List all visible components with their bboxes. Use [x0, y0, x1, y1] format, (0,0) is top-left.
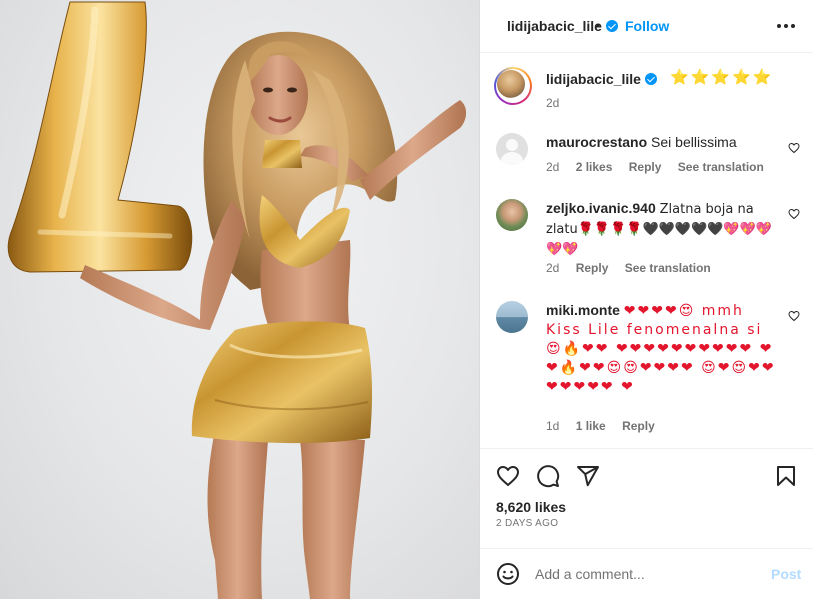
- comment-username[interactable]: maurocrestano: [546, 134, 647, 150]
- post-side-panel: lidijabacic_lile • Follow lidijabacic_li…: [479, 0, 813, 599]
- see-translation-button[interactable]: See translation: [678, 160, 764, 174]
- header-separator: •: [595, 17, 600, 33]
- caption-username-text[interactable]: lidijabacic_lile: [546, 71, 641, 87]
- likes-count[interactable]: 8,620 likes: [496, 499, 566, 515]
- post-photo[interactable]: [0, 0, 479, 599]
- comments-section[interactable]: lidijabacic_lile ⭐⭐⭐⭐⭐ 2d maurocrestano …: [480, 53, 813, 448]
- comment-username[interactable]: zeljko.ivanic.940: [546, 200, 656, 216]
- like-comment-heart-icon[interactable]: [788, 310, 800, 322]
- comment-time[interactable]: 2d: [546, 160, 559, 174]
- post-date[interactable]: 2 DAYS AGO: [496, 518, 558, 529]
- comment-meta: 2d Reply See translation: [546, 261, 724, 275]
- like-heart-icon[interactable]: [496, 464, 520, 488]
- comment-likes[interactable]: 1 like: [576, 419, 606, 433]
- reply-button[interactable]: Reply: [629, 160, 662, 174]
- header-username[interactable]: lidijabacic_lile: [507, 18, 618, 34]
- add-comment-input[interactable]: [535, 563, 755, 585]
- comment-body: maurocrestano Sei bellissima: [546, 133, 782, 151]
- comment-text: Sei bellissima: [651, 134, 737, 150]
- see-translation-button[interactable]: See translation: [625, 261, 711, 275]
- verified-badge-icon: [605, 20, 618, 32]
- post-comment-button[interactable]: Post: [771, 566, 801, 582]
- post-actions: 8,620 likes 2 DAYS AGO: [480, 448, 813, 548]
- more-options-icon[interactable]: [777, 13, 797, 33]
- comment-username[interactable]: miki.monte: [546, 302, 620, 318]
- comment-body: miki.monte ❤❤❤❤😍 mmh Kiss Lile fenomenal…: [546, 301, 782, 396]
- like-comment-heart-icon[interactable]: [788, 142, 800, 154]
- commenter-avatar[interactable]: [496, 301, 528, 333]
- commenter-avatar[interactable]: [496, 133, 528, 165]
- comment-bubble-icon[interactable]: [536, 464, 560, 488]
- author-avatar-image: [497, 70, 525, 98]
- caption-text: ⭐⭐⭐⭐⭐: [670, 68, 774, 86]
- emoji-smile-icon[interactable]: [496, 562, 520, 586]
- author-avatar[interactable]: [494, 67, 532, 105]
- header-username-text[interactable]: lidijabacic_lile: [507, 18, 602, 34]
- verified-badge-icon: [644, 73, 657, 85]
- share-paper-plane-icon[interactable]: [576, 464, 600, 488]
- comment-time[interactable]: 1d: [546, 419, 559, 433]
- post-header: lidijabacic_lile • Follow: [480, 0, 813, 53]
- reply-button[interactable]: Reply: [622, 419, 655, 433]
- save-bookmark-icon[interactable]: [774, 464, 798, 488]
- add-comment-bar: Post: [480, 548, 813, 599]
- commenter-avatar[interactable]: [496, 199, 528, 231]
- comment-meta: 2d 2 likes Reply See translation: [546, 160, 777, 174]
- like-comment-heart-icon[interactable]: [788, 208, 800, 220]
- follow-button[interactable]: Follow: [625, 18, 669, 34]
- comment-body: zeljko.ivanic.940 Zlatna boja na zlatu🌹🌹…: [546, 199, 782, 259]
- comment-time[interactable]: 2d: [546, 261, 559, 275]
- reply-button[interactable]: Reply: [576, 261, 609, 275]
- caption-time[interactable]: 2d: [546, 96, 559, 110]
- comment-likes[interactable]: 2 likes: [576, 160, 613, 174]
- caption-username[interactable]: lidijabacic_lile: [546, 71, 657, 87]
- comment-meta: 1d 1 like Reply: [546, 419, 668, 433]
- post-image-illustration: [7, 1, 467, 599]
